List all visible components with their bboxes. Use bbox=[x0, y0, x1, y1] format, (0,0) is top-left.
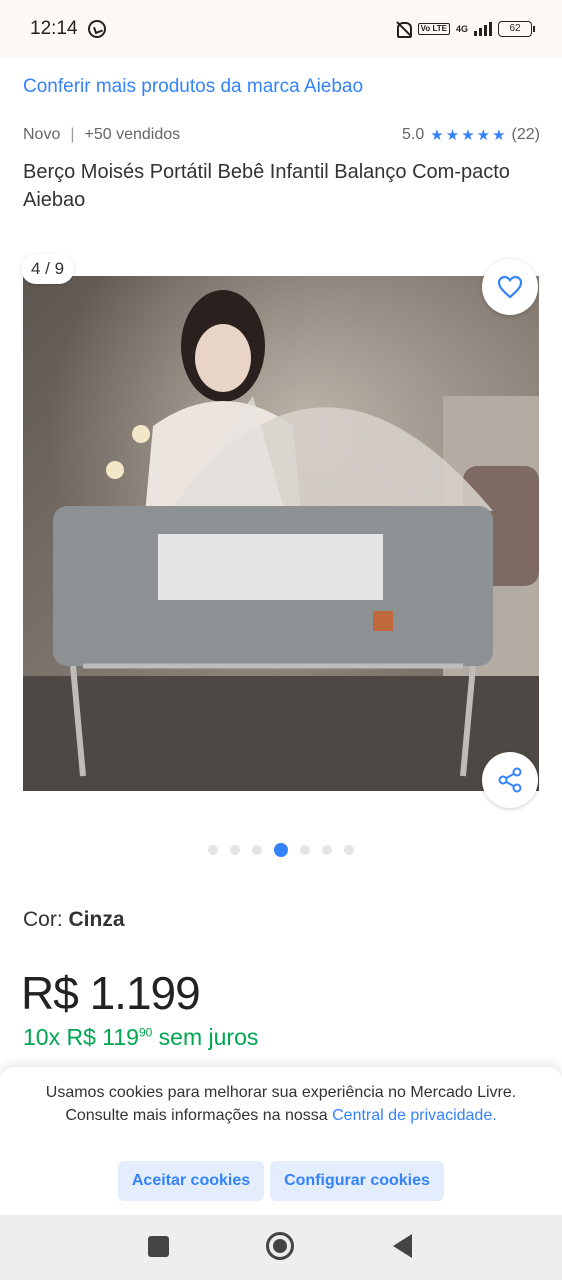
product-price: R$ 1.199 bbox=[21, 967, 201, 1019]
rating-value: 5.0 bbox=[402, 126, 425, 143]
star-icon: ★ bbox=[445, 127, 460, 144]
color-variant: Cor: Cinza bbox=[23, 908, 125, 932]
color-label: Cor: bbox=[23, 908, 69, 931]
share-icon bbox=[498, 767, 522, 793]
pagination-dot[interactable] bbox=[230, 845, 240, 855]
cookie-message: Usamos cookies para melhorar sua experiê… bbox=[40, 1081, 522, 1127]
battery-icon: 62 bbox=[498, 21, 535, 37]
nav-recents-icon[interactable] bbox=[148, 1236, 169, 1257]
share-button[interactable] bbox=[482, 752, 538, 808]
accept-cookies-button[interactable]: Aceitar cookies bbox=[118, 1161, 264, 1201]
whatsapp-icon bbox=[87, 20, 106, 38]
pagination-dot[interactable] bbox=[300, 845, 310, 855]
product-meta: Novo | +50 vendidos 5.0 ★ ★ ★ ★ ★ (22) bbox=[23, 126, 540, 144]
star-icon: ★ bbox=[492, 127, 506, 144]
pagination-dot[interactable] bbox=[208, 845, 218, 855]
meta-separator: | bbox=[70, 126, 75, 143]
installment-info: 10x R$ 11990 sem juros bbox=[23, 1024, 258, 1051]
network-type: 4G bbox=[455, 24, 468, 34]
bassinet-photo bbox=[23, 276, 539, 791]
gallery-pagination bbox=[0, 843, 562, 857]
star-icon: ★ bbox=[476, 127, 491, 144]
installment-cents: 90 bbox=[138, 1025, 153, 1040]
nav-back-icon[interactable] bbox=[393, 1234, 412, 1258]
brand-link[interactable]: Conferir mais produtos da marca Aiebao bbox=[23, 76, 363, 98]
privacy-link[interactable]: Central de privacidade. bbox=[332, 1107, 497, 1124]
favorite-button[interactable] bbox=[482, 259, 538, 315]
installment-amount: 10x R$ 119 bbox=[23, 1024, 139, 1050]
review-count: (22) bbox=[511, 126, 540, 143]
status-time: 12:14 bbox=[30, 18, 78, 39]
product-image[interactable] bbox=[23, 276, 539, 791]
image-counter: 4 / 9 bbox=[21, 254, 75, 284]
volte-indicator: Vo LTE bbox=[417, 23, 450, 35]
heart-icon bbox=[497, 275, 523, 299]
nav-home-icon[interactable] bbox=[266, 1232, 294, 1260]
condition-label: Novo bbox=[23, 126, 61, 143]
bell-off-icon bbox=[394, 20, 412, 38]
cookie-banner: Usamos cookies para melhorar sua experiê… bbox=[0, 1067, 562, 1215]
pagination-dot[interactable] bbox=[252, 845, 262, 855]
signal-icon bbox=[474, 22, 492, 36]
color-value: Cinza bbox=[68, 908, 125, 931]
system-nav-bar bbox=[0, 1215, 562, 1280]
rating-stars: ★ ★ ★ ★ ★ bbox=[430, 126, 505, 144]
rating-summary[interactable]: 5.0 ★ ★ ★ ★ ★ (22) bbox=[402, 126, 540, 144]
product-title: Berço Moisés Portátil Bebê Infantil Bala… bbox=[23, 161, 510, 211]
pagination-dot[interactable] bbox=[322, 845, 332, 855]
pagination-dot[interactable] bbox=[344, 845, 354, 855]
pagination-dot[interactable] bbox=[274, 843, 288, 857]
star-icon: ★ bbox=[461, 127, 475, 144]
configure-cookies-button[interactable]: Configurar cookies bbox=[270, 1161, 444, 1201]
status-bar: 12:14 Vo LTE 4G 62 bbox=[0, 0, 562, 58]
status-icons: Vo LTE 4G 62 bbox=[394, 20, 535, 38]
sold-count: +50 vendidos bbox=[84, 126, 181, 143]
star-icon: ★ bbox=[430, 127, 444, 144]
installment-suffix: sem juros bbox=[152, 1024, 259, 1050]
